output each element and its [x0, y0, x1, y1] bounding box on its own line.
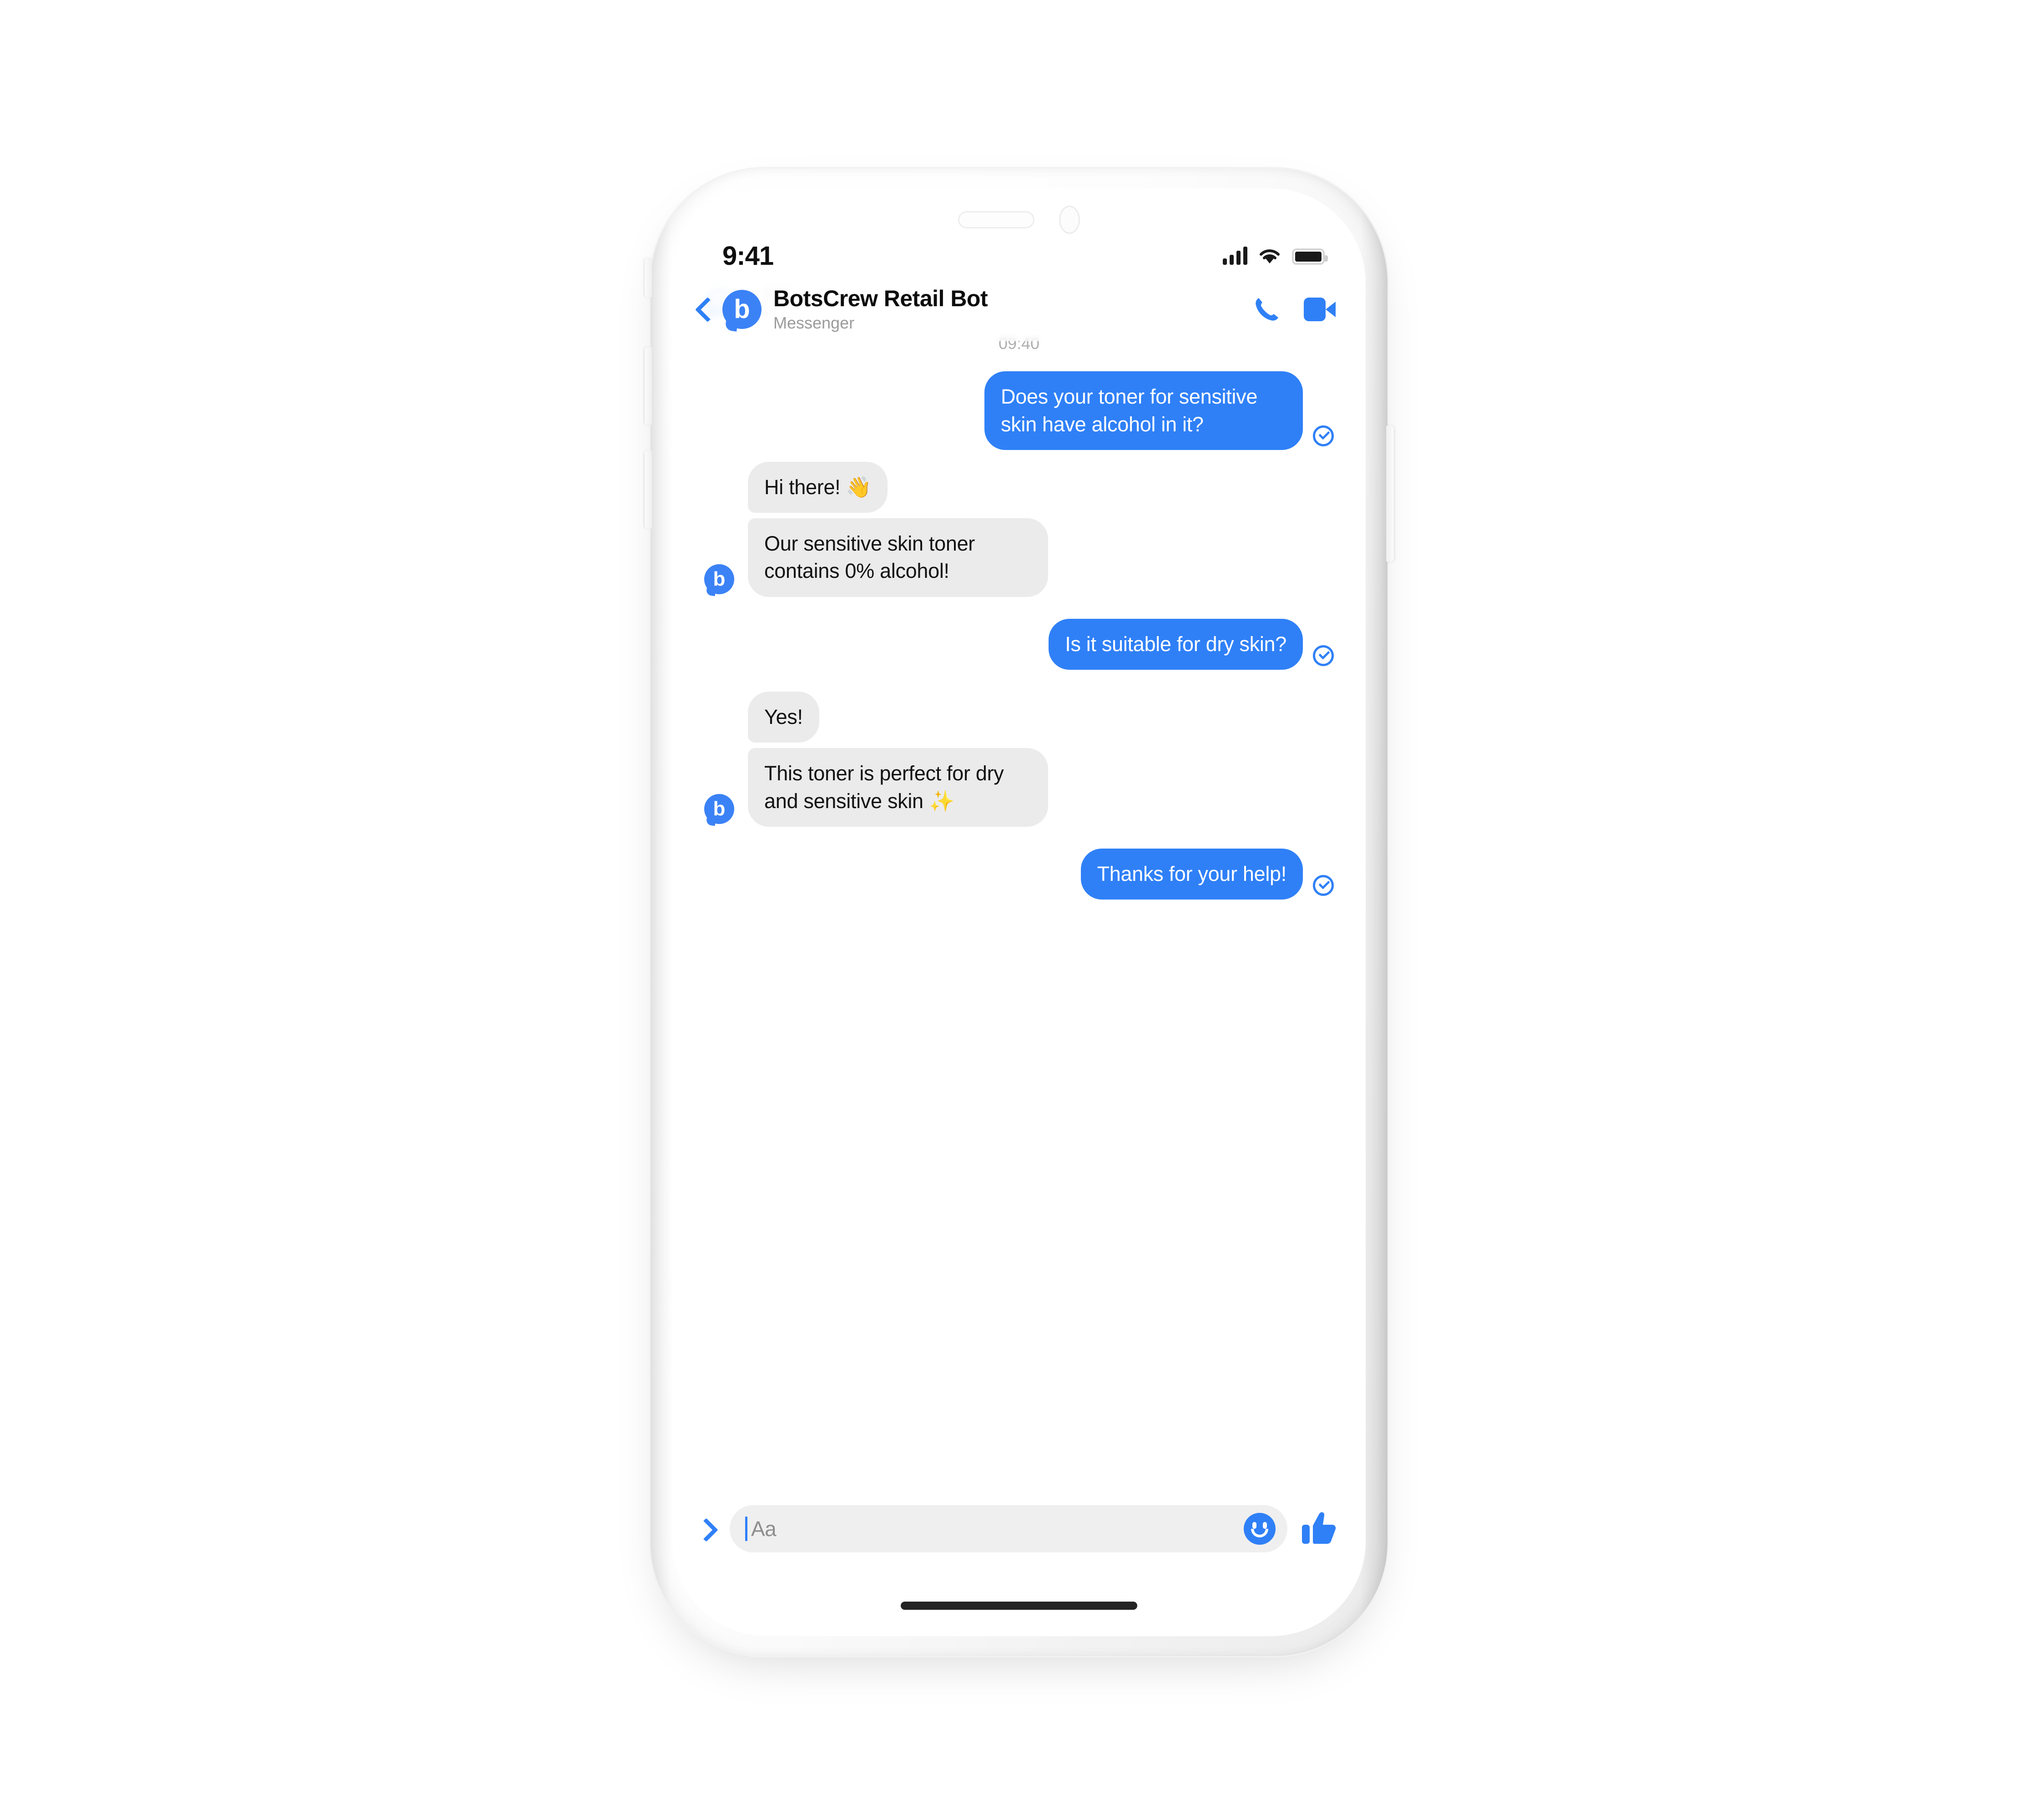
message-bubble: This toner is perfect for dry and sensit… [748, 748, 1048, 827]
message-bubble: Yes! [748, 692, 819, 743]
power-button[interactable] [1386, 425, 1394, 562]
message-row: Yes! [704, 692, 1334, 743]
bot-avatar-icon[interactable]: b [722, 290, 762, 332]
avatar-slot: b [704, 564, 748, 597]
check-circle-icon [1313, 425, 1334, 446]
avatar-slot: b [704, 794, 748, 827]
wifi-icon [1260, 249, 1280, 263]
notch-hardware [672, 206, 1366, 234]
chat-subtitle: Messenger [773, 313, 855, 332]
video-camera-icon[interactable] [1304, 298, 1336, 321]
thumbs-up-icon[interactable] [1301, 1511, 1337, 1547]
message-row: Thanks for your help! [704, 848, 1334, 900]
phone-device-frame: 9:41 09:40 Does your toner for sensitive… [645, 168, 1394, 1656]
front-camera-icon [1059, 206, 1080, 234]
header-meta[interactable]: BotsCrew Retail Bot Messenger [773, 286, 988, 333]
message-input-placeholder: Aa [751, 1517, 777, 1541]
battery-full-icon [1292, 248, 1328, 265]
status-time: 9:41 [722, 241, 774, 271]
canvas: 9:41 09:40 Does your toner for sensitive… [0, 0, 2038, 1820]
phone-screen: 9:41 09:40 Does your toner for sensitive… [672, 188, 1366, 1636]
message-row: Is it suitable for dry skin? [704, 618, 1334, 670]
chat-header: b BotsCrew Retail Bot Messenger [672, 278, 1366, 341]
message-input[interactable]: Aa [730, 1505, 1287, 1552]
expand-chevron-icon[interactable] [696, 1516, 716, 1542]
speaker-grille-icon [958, 211, 1034, 228]
message-bubble: Hi there! 👋 [748, 461, 888, 513]
text-caret [745, 1517, 747, 1541]
message-bubble: Our sensitive skin toner contains 0% alc… [748, 518, 1048, 597]
chat-title: BotsCrew Retail Bot [773, 286, 988, 311]
home-indicator[interactable] [901, 1602, 1137, 1610]
volume-up-button[interactable] [645, 347, 652, 425]
message-row: b Our sensitive skin toner contains 0% a… [704, 518, 1334, 597]
bot-avatar-icon: b [704, 794, 734, 826]
message-row: Hi there! 👋 [704, 461, 1334, 513]
message-composer: Aa [672, 1500, 1366, 1558]
message-row: Does your toner for sensitive skin have … [704, 371, 1334, 450]
bot-avatar-icon: b [704, 564, 734, 596]
silent-switch-button[interactable] [645, 258, 652, 298]
message-bubble: Thanks for your help! [1080, 848, 1303, 900]
phone-call-icon[interactable] [1253, 295, 1281, 324]
status-bar: 9:41 [672, 234, 1366, 278]
check-circle-icon [1313, 875, 1334, 896]
check-circle-icon [1313, 645, 1334, 667]
volume-down-button[interactable] [645, 450, 652, 529]
back-chevron-icon[interactable] [689, 295, 718, 324]
smiley-face-icon[interactable] [1244, 1513, 1276, 1545]
header-actions [1253, 295, 1336, 324]
status-icons [1223, 247, 1328, 265]
cellular-signal-icon [1223, 247, 1247, 265]
message-bubble: Is it suitable for dry skin? [1049, 618, 1303, 670]
message-bubble: Does your toner for sensitive skin have … [984, 371, 1303, 450]
message-list[interactable]: b Hi! 09:40 Does your toner for sensitiv… [672, 278, 1366, 1500]
message-row: b This toner is perfect for dry and sens… [704, 748, 1334, 827]
